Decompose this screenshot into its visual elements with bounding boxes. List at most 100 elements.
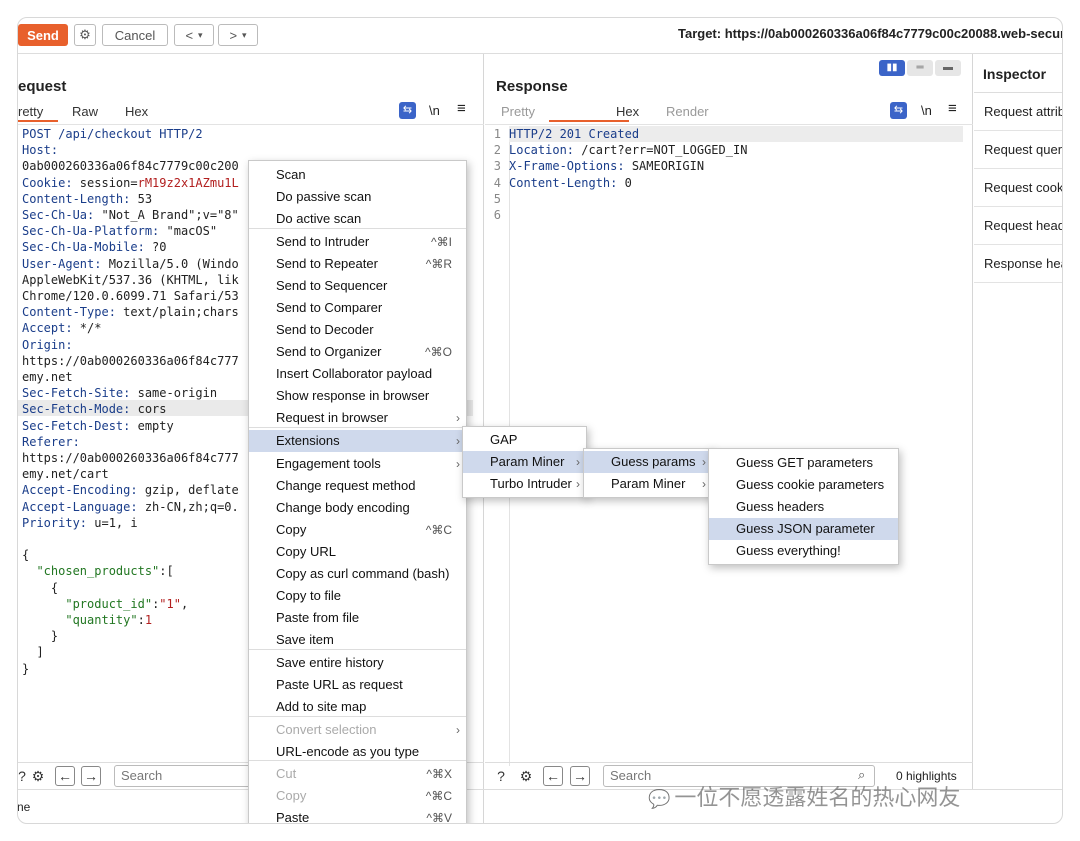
code-token: Origin: bbox=[22, 337, 73, 352]
code-line: Chrome/120.0.6099.71 Safari/53 bbox=[22, 288, 239, 304]
menu-item-label: Copy bbox=[276, 522, 307, 537]
guess-menu-item[interactable]: Guess JSON parameter bbox=[709, 518, 898, 540]
param-miner-menu-item[interactable]: Guess params › bbox=[584, 451, 712, 473]
response-editor[interactable]: 1 HTTP/2 201 Created 2 Location: /cart?err=… bbox=[485, 126, 965, 246]
help-icon[interactable]: ? bbox=[491, 766, 511, 786]
line-number: 4 bbox=[493, 175, 501, 190]
code-token: empty bbox=[130, 418, 174, 433]
context-menu-item[interactable]: Save item bbox=[249, 629, 466, 651]
settings-gear-button[interactable]: ⚙ bbox=[74, 24, 96, 46]
context-menu-item[interactable]: Copy ^⌘C bbox=[249, 785, 466, 807]
guess-menu-item[interactable]: Guess everything! bbox=[709, 540, 898, 562]
context-menu-item[interactable]: Convert selection › bbox=[249, 719, 466, 741]
code-token: emy.net/cart bbox=[22, 467, 109, 482]
inspector-item[interactable]: Request query bbox=[974, 131, 1062, 169]
history-back-button[interactable]: < ▾ bbox=[174, 24, 214, 46]
context-menu-item[interactable]: Add to site map bbox=[249, 696, 466, 718]
target-label[interactable]: Target: https://0ab000260336a06f84c7779c… bbox=[678, 26, 1062, 41]
code-line: https://0ab000260336a06f84c777 bbox=[22, 450, 239, 466]
hamburger-menu-icon[interactable]: ≡ bbox=[948, 100, 957, 117]
wrap-lines-icon[interactable]: ⇆ bbox=[890, 102, 907, 119]
context-menu-item[interactable]: Show response in browser bbox=[249, 385, 466, 407]
context-menu-item[interactable]: Send to Intruder ^⌘I bbox=[249, 231, 466, 253]
param-miner-menu-item[interactable]: Param Miner › bbox=[584, 473, 712, 495]
cancel-button[interactable]: Cancel bbox=[102, 24, 168, 46]
menu-item-label: Do passive scan bbox=[276, 189, 372, 204]
line-number: 3 bbox=[493, 159, 501, 174]
newline-toggle[interactable]: \n bbox=[429, 103, 440, 118]
extensions-menu-item[interactable]: Turbo Intruder › bbox=[463, 473, 586, 495]
layout-single-icon[interactable]: ▬ bbox=[935, 60, 961, 76]
context-menu-item[interactable]: Send to Decoder bbox=[249, 319, 466, 341]
context-menu-item[interactable]: Insert Collaborator payload bbox=[249, 363, 466, 385]
context-menu-item[interactable]: Copy ^⌘C bbox=[249, 519, 466, 541]
next-match-button[interactable]: → bbox=[81, 766, 101, 786]
send-button[interactable]: Send bbox=[18, 24, 68, 46]
extensions-menu-item[interactable]: GAP bbox=[463, 429, 586, 451]
request-search-input[interactable]: Search bbox=[114, 765, 254, 787]
context-menu-item[interactable]: Save entire history bbox=[249, 652, 466, 674]
history-forward-button[interactable]: > ▾ bbox=[218, 24, 258, 46]
context-menu-item[interactable]: Copy URL bbox=[249, 541, 466, 563]
layout-rows-icon[interactable]: ═ bbox=[907, 60, 933, 76]
code-token: emy.net bbox=[22, 370, 73, 384]
context-menu-item[interactable]: Cut ^⌘X bbox=[249, 763, 466, 785]
context-menu-item[interactable]: Send to Organizer ^⌘O bbox=[249, 341, 466, 363]
extensions-menu-item[interactable]: Param Miner › bbox=[463, 451, 586, 473]
context-menu-item[interactable]: Paste from file bbox=[249, 607, 466, 629]
tab-raw[interactable]: Raw bbox=[72, 104, 98, 119]
tab-hex[interactable]: Hex bbox=[616, 104, 639, 119]
tab-pretty[interactable]: retty bbox=[18, 104, 43, 119]
tab-render[interactable]: Render bbox=[666, 104, 709, 119]
context-menu-item[interactable]: Change request method bbox=[249, 475, 466, 497]
guess-menu-item[interactable]: Guess headers bbox=[709, 496, 898, 518]
inspector-item[interactable]: Request attrib bbox=[974, 93, 1062, 131]
gear-icon[interactable]: ⚙ bbox=[516, 766, 536, 786]
code-line: Content-Type: text/plain;chars bbox=[22, 304, 239, 320]
code-token: Sec-Ch-Ua: bbox=[22, 208, 95, 222]
layout-split-icon[interactable]: ▮▮ bbox=[879, 60, 905, 76]
context-menu-item[interactable]: Extensions › bbox=[249, 430, 466, 452]
context-menu-item[interactable]: Paste URL as request bbox=[249, 674, 466, 696]
menu-item-label: Save item bbox=[276, 632, 334, 647]
context-menu-item[interactable]: Do active scan bbox=[249, 208, 466, 230]
inspector-item[interactable]: Request cooki bbox=[974, 169, 1062, 207]
context-menu-item[interactable]: Do passive scan bbox=[249, 186, 466, 208]
prev-match-button[interactable]: ← bbox=[543, 766, 563, 786]
menu-item-label: Paste from file bbox=[276, 610, 360, 625]
guess-menu-item[interactable]: Guess cookie parameters bbox=[709, 474, 898, 496]
menu-item-label: Copy URL bbox=[276, 544, 336, 559]
menu-item-label: Extensions bbox=[276, 433, 340, 448]
context-menu-item[interactable]: Send to Sequencer bbox=[249, 275, 466, 297]
tab-pretty[interactable]: Pretty bbox=[501, 104, 535, 119]
context-menu-item[interactable]: Change body encoding bbox=[249, 497, 466, 519]
newline-toggle[interactable]: \n bbox=[921, 103, 932, 118]
code-token: */* bbox=[72, 321, 102, 336]
prev-match-button[interactable]: ← bbox=[55, 766, 75, 786]
menu-item-label: Convert selection bbox=[276, 722, 377, 737]
tab-hex[interactable]: Hex bbox=[125, 104, 148, 119]
context-menu-item[interactable]: Paste ^⌘V bbox=[249, 807, 466, 823]
code-token: SAMEORIGIN bbox=[624, 159, 705, 174]
context-menu-item[interactable]: Send to Repeater ^⌘R bbox=[249, 253, 466, 275]
guess-menu-item[interactable]: Guess GET parameters bbox=[709, 452, 898, 474]
context-menu-item[interactable]: Copy as curl command (bash) bbox=[249, 563, 466, 585]
context-menu-item[interactable]: Scan bbox=[249, 164, 466, 186]
code-token: 0 bbox=[617, 175, 632, 190]
code-token: "1" bbox=[159, 596, 181, 611]
inspector-list: Request attrib Request query Request cooki… bbox=[974, 93, 1062, 293]
context-menu-item[interactable]: URL-encode as you type bbox=[249, 741, 466, 763]
gear-icon[interactable]: ⚙ bbox=[28, 766, 48, 786]
context-menu-item[interactable]: Send to Comparer bbox=[249, 297, 466, 319]
context-menu-item[interactable]: Copy to file bbox=[249, 585, 466, 607]
context-menu-item[interactable]: Request in browser › bbox=[249, 407, 466, 429]
next-match-button[interactable]: → bbox=[570, 766, 590, 786]
inspector-item[interactable]: Request heade bbox=[974, 207, 1062, 245]
hamburger-menu-icon[interactable]: ≡ bbox=[457, 100, 466, 117]
wrap-lines-icon[interactable]: ⇆ bbox=[399, 102, 416, 119]
menu-item-label: Send to Organizer bbox=[276, 344, 382, 359]
menu-shortcut: ^⌘I bbox=[431, 235, 452, 249]
inspector-item[interactable]: Response hea bbox=[974, 245, 1062, 283]
context-menu-item[interactable]: Engagement tools › bbox=[249, 453, 466, 475]
line-number: 5 bbox=[493, 191, 501, 206]
